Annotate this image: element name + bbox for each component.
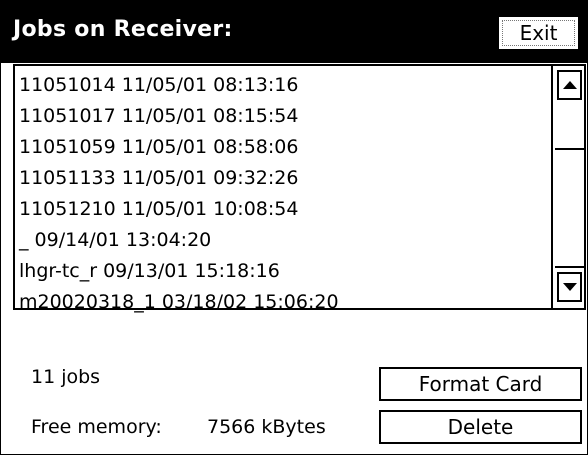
delete-button[interactable]: Delete xyxy=(379,410,582,444)
scroll-down-arrow-icon xyxy=(562,283,577,291)
list-item[interactable]: 11051014 11/05/01 08:13:16 xyxy=(19,70,549,101)
list-item[interactable]: 11051017 11/05/01 08:15:54 xyxy=(19,101,549,132)
free-memory-label: Free memory: xyxy=(31,416,162,438)
list-item[interactable]: 11051059 11/05/01 08:58:06 xyxy=(19,132,549,163)
jobs-count: 11 jobs xyxy=(31,366,101,388)
window-left-margin xyxy=(1,64,13,454)
jobs-list-items: 11051014 11/05/01 08:13:16 11051017 11/0… xyxy=(19,70,549,318)
list-item[interactable]: 11051133 11/05/01 09:32:26 xyxy=(19,163,549,194)
scroll-down-button[interactable] xyxy=(557,272,582,302)
scroll-up-arrow-icon xyxy=(562,81,577,89)
title-bar: Jobs on Receiver: Exit xyxy=(1,1,587,63)
jobs-window: Jobs on Receiver: Exit 11051014 11/05/01… xyxy=(0,0,588,455)
list-item[interactable]: 11051210 11/05/01 10:08:54 xyxy=(19,194,549,225)
list-item[interactable]: m20020318_1 03/18/02 15:06:20 xyxy=(19,287,549,318)
format-card-button[interactable]: Format Card xyxy=(379,367,582,401)
free-memory-value: 7566 kBytes xyxy=(207,416,326,438)
exit-button[interactable]: Exit xyxy=(497,15,580,51)
jobs-list[interactable]: 11051014 11/05/01 08:13:16 11051017 11/0… xyxy=(13,64,586,313)
list-item[interactable]: _ 09/14/01 13:04:20 xyxy=(19,225,549,256)
scroll-up-button[interactable] xyxy=(557,70,582,100)
vertical-scrollbar[interactable] xyxy=(551,66,584,308)
list-item[interactable]: lhgr-tc_r 09/13/01 15:18:16 xyxy=(19,256,549,287)
window-title: Jobs on Receiver: xyxy=(13,17,233,42)
scrollbar-thumb[interactable] xyxy=(555,148,584,268)
